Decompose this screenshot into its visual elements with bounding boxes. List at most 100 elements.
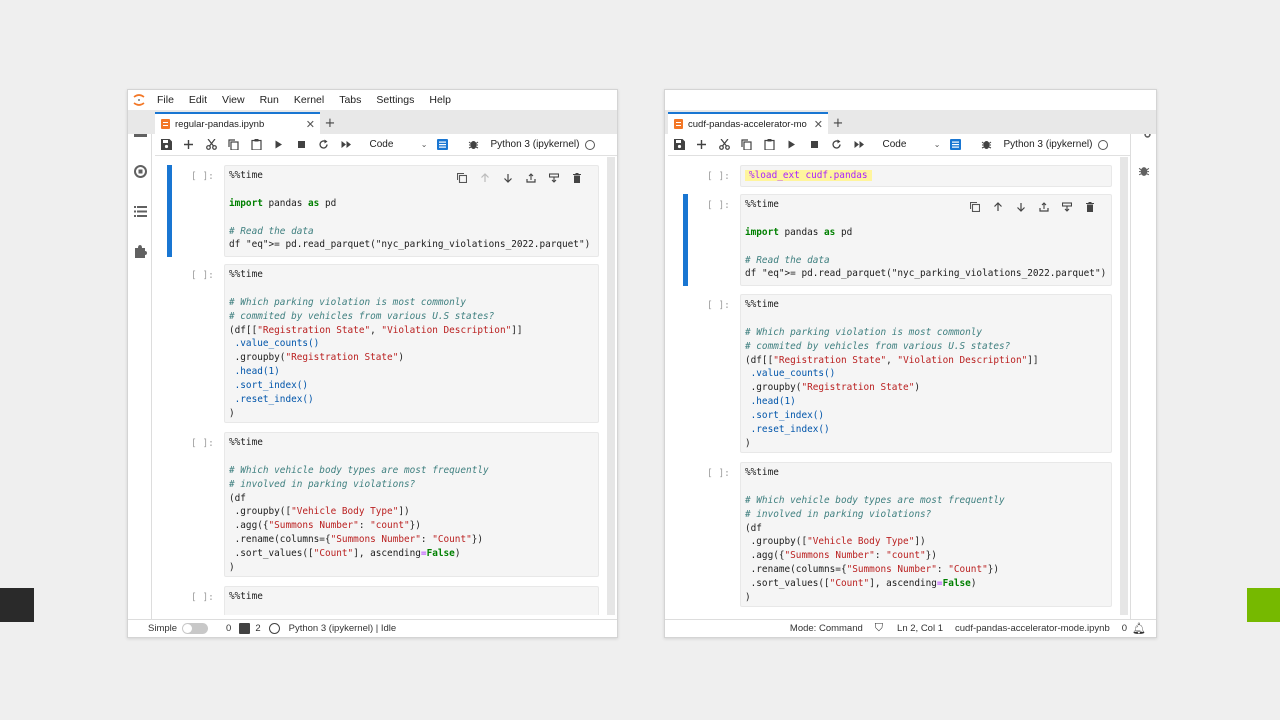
add-cell-icon[interactable] bbox=[691, 134, 714, 156]
menu-kernel[interactable]: Kernel bbox=[287, 94, 332, 106]
menu-run[interactable]: Run bbox=[253, 94, 287, 106]
code-line: df "eq">= pd.read_parquet("nyc_parking_v… bbox=[745, 268, 1107, 280]
move-down-icon[interactable] bbox=[496, 170, 519, 186]
bell-icon[interactable]: 🔔︎ bbox=[1132, 622, 1146, 635]
paste-icon[interactable] bbox=[245, 134, 268, 156]
new-tab-button[interactable]: + bbox=[828, 112, 848, 134]
code-line: # involved in parking violations? bbox=[229, 478, 416, 490]
insert-above-icon[interactable] bbox=[1032, 199, 1055, 215]
close-icon[interactable]: ✕ bbox=[306, 118, 315, 131]
code-editor[interactable]: %%time # Which vehicle body types are mo… bbox=[740, 462, 1112, 607]
cut-icon[interactable] bbox=[713, 134, 736, 156]
code-line: import pandas as pd bbox=[229, 197, 337, 209]
fast-forward-icon[interactable] bbox=[848, 134, 871, 156]
code-editor[interactable]: %%time # Which vehicle body types are mo… bbox=[224, 432, 599, 577]
notebook-cell[interactable]: [ ]: %%time bbox=[155, 586, 607, 615]
delete-cell-icon[interactable] bbox=[565, 170, 588, 186]
kernel-gear-icon[interactable] bbox=[268, 623, 280, 634]
menu-file[interactable]: File bbox=[150, 94, 182, 106]
debugger-bug-icon[interactable] bbox=[1137, 164, 1151, 178]
table-of-contents-icon[interactable] bbox=[133, 204, 147, 218]
extension-puzzle-icon[interactable] bbox=[133, 244, 147, 258]
cell-prompt: [ ]: bbox=[191, 270, 214, 281]
code-editor[interactable]: %%time # Which parking violation is most… bbox=[224, 264, 599, 423]
menu-help[interactable]: Help bbox=[422, 94, 459, 106]
kernel-status-text[interactable]: Python 3 (ipykernel) | Idle bbox=[289, 623, 397, 634]
code-line: ) bbox=[229, 407, 235, 419]
shield-icon[interactable]: ⛉ bbox=[875, 622, 883, 635]
toc-blue-icon[interactable] bbox=[432, 134, 455, 156]
kernel-name[interactable]: Python 3 (ipykernel) bbox=[491, 139, 580, 150]
fast-forward-icon[interactable] bbox=[335, 134, 358, 156]
code-line: .agg({"Summons Number": "count"}) bbox=[745, 550, 937, 562]
run-icon[interactable] bbox=[781, 134, 804, 156]
cell-type-select[interactable]: Code ⌄ bbox=[362, 137, 432, 153]
insert-below-icon[interactable] bbox=[1055, 199, 1078, 215]
kernel-name[interactable]: Python 3 (ipykernel) bbox=[1004, 139, 1093, 150]
new-tab-button[interactable]: + bbox=[320, 112, 340, 134]
menu-view[interactable]: View bbox=[215, 94, 253, 106]
code-editor[interactable]: %%time import pandas as pd # Read the da… bbox=[740, 194, 1112, 286]
document-tab-bar: regular-pandas.ipynb ✕ + bbox=[128, 110, 617, 134]
notebook-scrollbar[interactable] bbox=[1120, 157, 1128, 615]
cell-prompt: [ ]: bbox=[191, 171, 214, 182]
notebook-cell[interactable]: [ ]: %%time # Which vehicle body types a… bbox=[671, 462, 1120, 607]
code-editor[interactable]: %%time import pandas as pd # Read the da… bbox=[224, 165, 599, 257]
cell-prompt: [ ]: bbox=[191, 592, 214, 603]
move-up-icon[interactable] bbox=[986, 199, 1009, 215]
notebook-file-icon bbox=[160, 119, 170, 129]
code-line: # involved in parking violations? bbox=[745, 508, 932, 520]
debugger-bug-icon[interactable] bbox=[462, 134, 485, 156]
paste-icon[interactable] bbox=[758, 134, 781, 156]
duplicate-cell-icon[interactable] bbox=[963, 199, 986, 215]
code-editor[interactable]: %%time bbox=[224, 586, 599, 615]
duplicate-cell-icon[interactable] bbox=[450, 170, 473, 186]
kernel-status-icon bbox=[1098, 139, 1109, 150]
save-icon[interactable] bbox=[155, 134, 178, 156]
insert-above-icon[interactable] bbox=[519, 170, 542, 186]
cursor-position[interactable]: Ln 2, Col 1 bbox=[897, 623, 943, 634]
insert-below-icon[interactable] bbox=[542, 170, 565, 186]
notebook-tab[interactable]: cudf-pandas-accelerator-mo ✕ bbox=[668, 112, 828, 134]
notebook-cell[interactable]: [ ]: %%time # Which parking violation is… bbox=[671, 294, 1120, 453]
cut-icon[interactable] bbox=[200, 134, 223, 156]
notebook-cell[interactable]: [ ]: %%time import pandas as pd # Read t… bbox=[671, 194, 1120, 286]
debugger-bug-icon[interactable] bbox=[975, 134, 998, 156]
notebook-cell[interactable]: [ ]: %load_ext cudf.pandas bbox=[671, 165, 1120, 187]
close-icon[interactable]: ✕ bbox=[814, 118, 823, 131]
notebook-cell[interactable]: [ ]: %%time # Which vehicle body types a… bbox=[155, 432, 607, 577]
code-line: # commited by vehicles from various U.S … bbox=[229, 310, 495, 322]
terminal-icon[interactable] bbox=[239, 623, 251, 634]
notebook-tab[interactable]: regular-pandas.ipynb ✕ bbox=[155, 112, 320, 134]
add-cell-icon[interactable] bbox=[178, 134, 201, 156]
notebook-scrollbar[interactable] bbox=[607, 157, 615, 615]
code-line: .groupby(["Vehicle Body Type"]) bbox=[229, 506, 410, 518]
restart-icon[interactable] bbox=[826, 134, 849, 156]
copy-icon[interactable] bbox=[223, 134, 246, 156]
move-up-icon[interactable] bbox=[473, 170, 496, 186]
menu-settings[interactable]: Settings bbox=[369, 94, 422, 106]
stop-icon[interactable] bbox=[803, 134, 826, 156]
code-editor[interactable]: %load_ext cudf.pandas bbox=[740, 165, 1112, 187]
delete-cell-icon[interactable] bbox=[1078, 199, 1101, 215]
code-line: .head(1) bbox=[745, 396, 796, 408]
save-icon[interactable] bbox=[668, 134, 691, 156]
menu-edit[interactable]: Edit bbox=[182, 94, 215, 106]
restart-icon[interactable] bbox=[313, 134, 336, 156]
cell-toolbar bbox=[963, 199, 1101, 215]
stop-icon[interactable] bbox=[290, 134, 313, 156]
notebook-panel: [ ]: %%time import pandas as pd # Read t… bbox=[155, 157, 607, 615]
toc-blue-icon[interactable] bbox=[945, 134, 968, 156]
cell-type-select[interactable]: Code ⌄ bbox=[875, 137, 945, 153]
copy-icon[interactable] bbox=[736, 134, 759, 156]
run-icon[interactable] bbox=[268, 134, 291, 156]
simple-mode-toggle[interactable] bbox=[182, 623, 209, 634]
notebook-cell[interactable]: [ ]: %%time import pandas as pd # Read t… bbox=[155, 165, 607, 257]
code-editor[interactable]: %%time # Which parking violation is most… bbox=[740, 294, 1112, 453]
running-kernels-icon[interactable] bbox=[133, 164, 147, 178]
move-down-icon[interactable] bbox=[1009, 199, 1032, 215]
menu-tabs[interactable]: Tabs bbox=[332, 94, 369, 106]
notebook-cell[interactable]: [ ]: %%time # Which parking violation is… bbox=[155, 264, 607, 423]
code-line: .value_counts() bbox=[745, 368, 836, 380]
